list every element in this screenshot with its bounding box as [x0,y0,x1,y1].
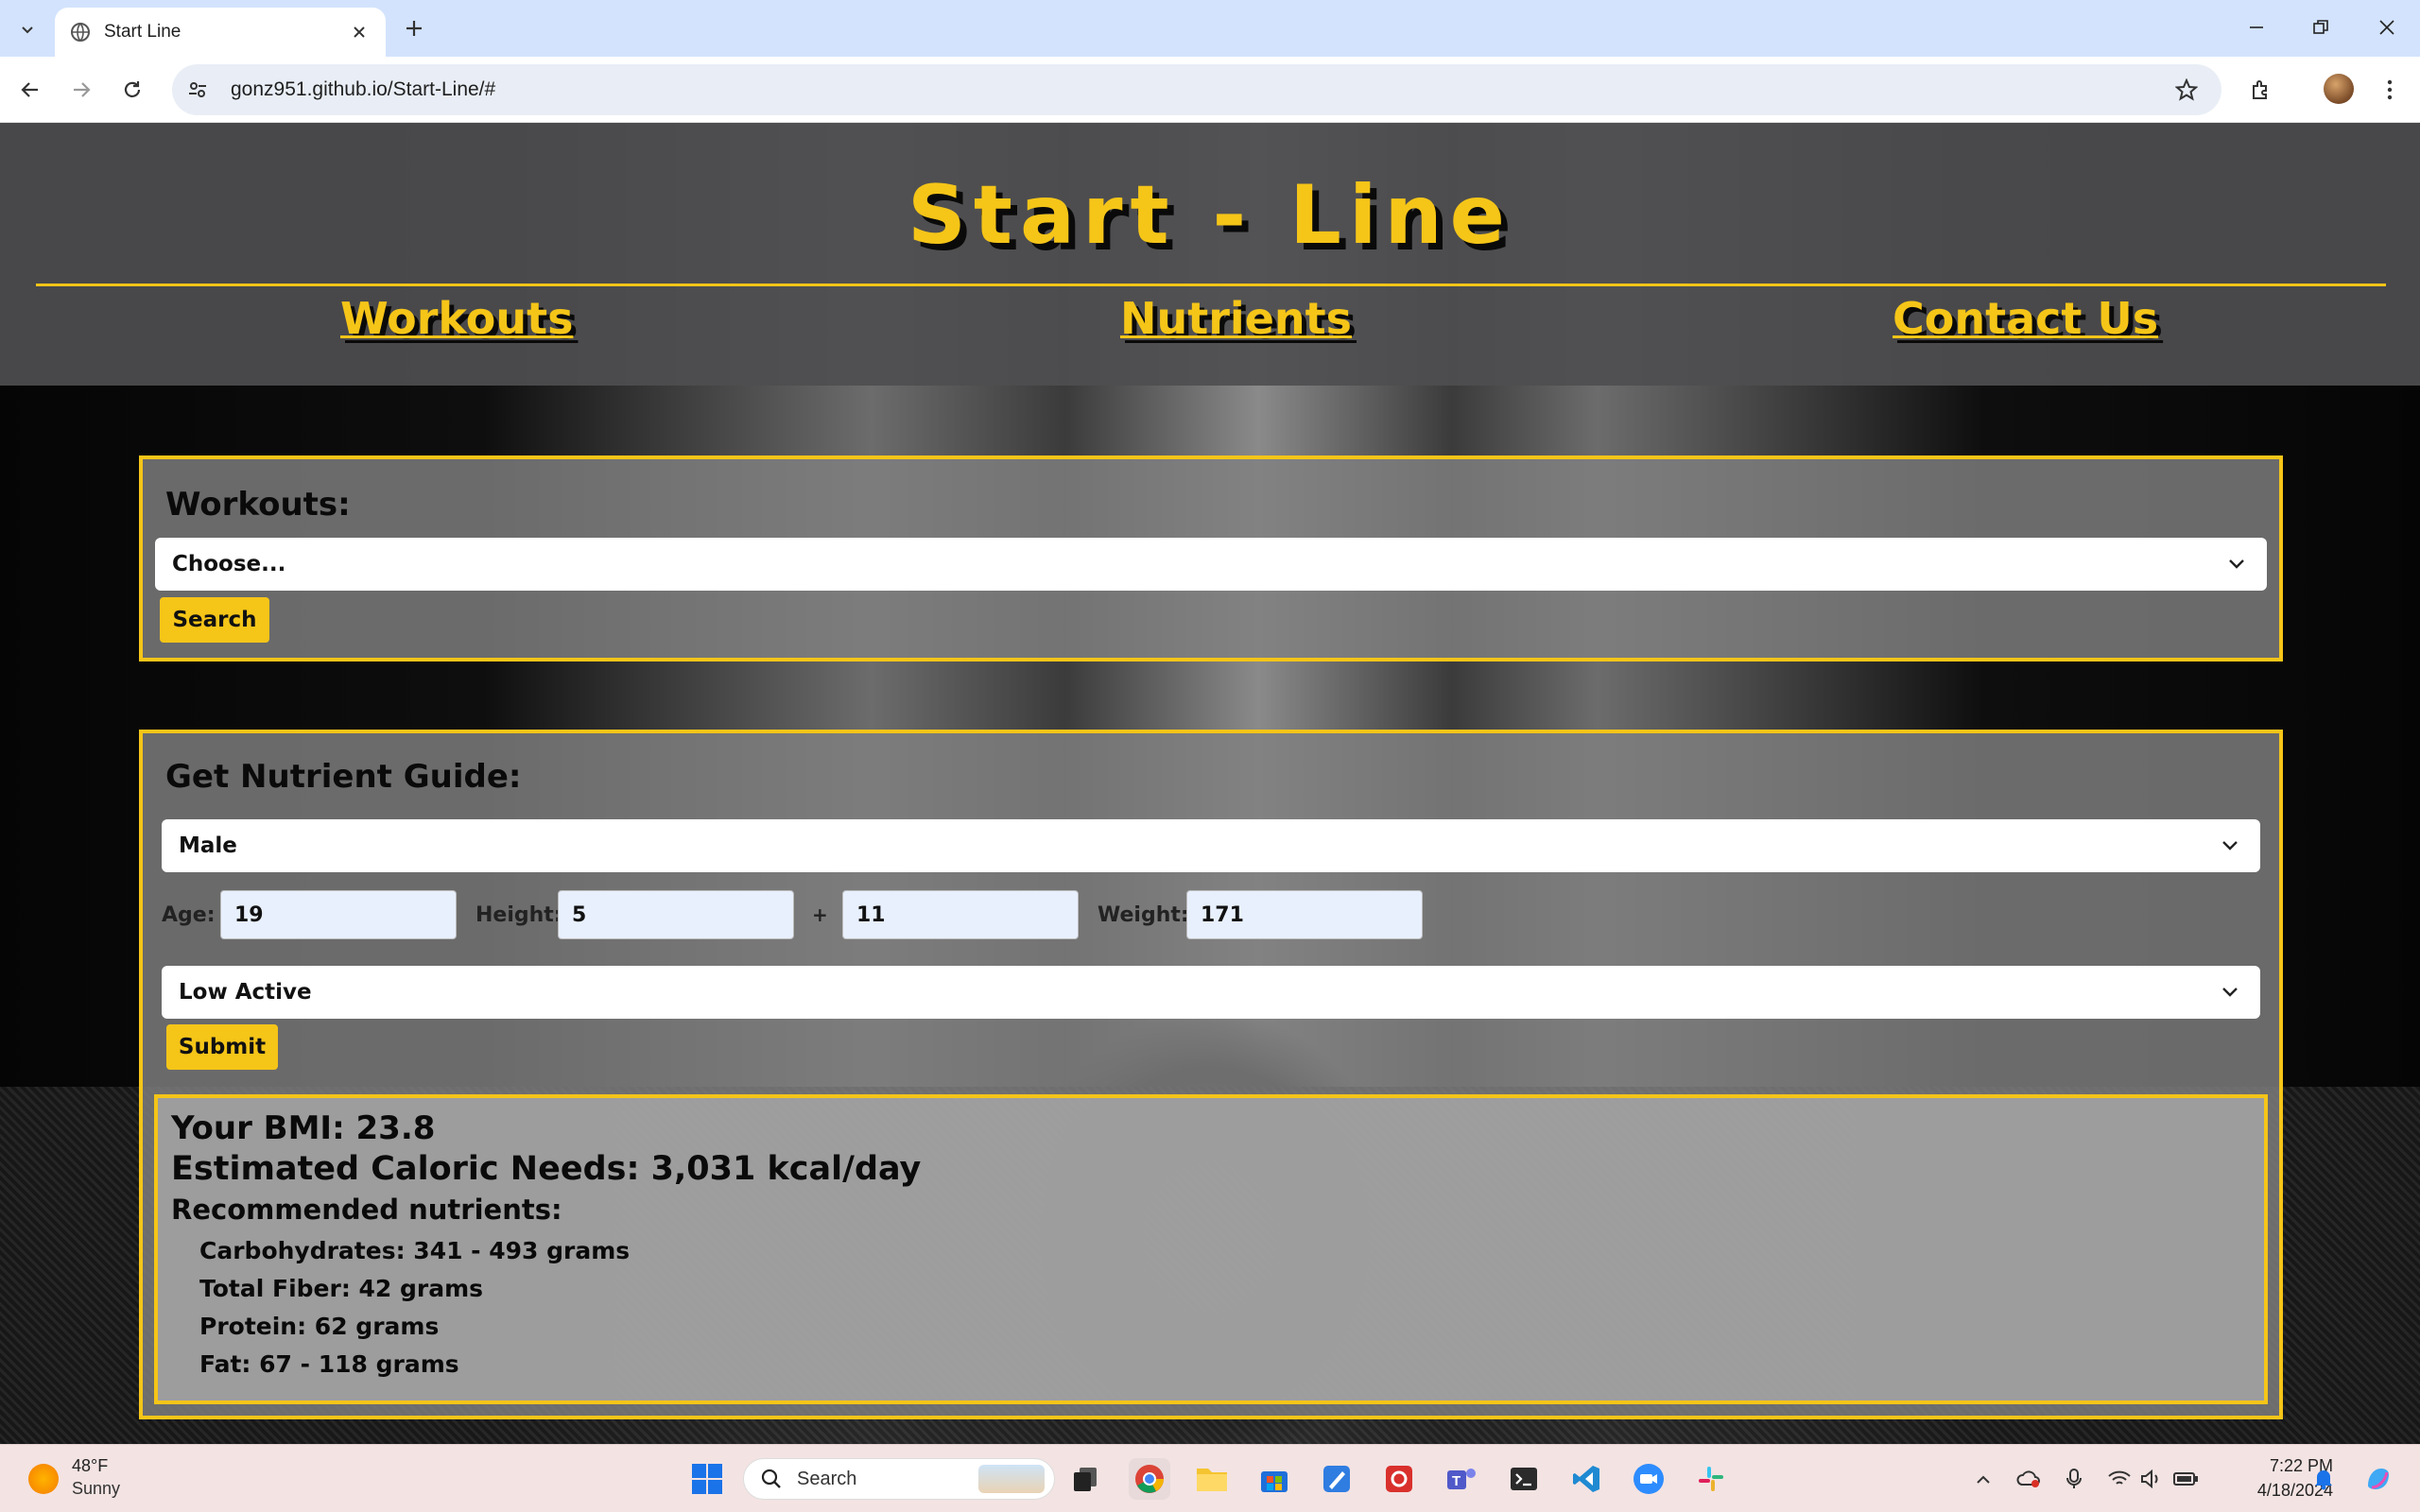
kebab-menu-icon[interactable] [2373,73,2407,107]
sex-select[interactable]: Male [162,819,2260,872]
chevron-up-icon[interactable] [1970,1466,1996,1492]
chevron-down-icon [2223,551,2250,577]
header-divider [36,284,2386,286]
profile-avatar[interactable] [2324,74,2354,104]
activity-select-value: Low Active [179,980,312,1005]
extensions-puzzle-icon[interactable] [2244,73,2278,107]
terminal-icon[interactable] [1503,1458,1545,1500]
browser-tab[interactable]: Start Line [55,8,386,57]
nutrient-protein: Protein: 62 grams [199,1313,440,1340]
chrome-icon[interactable] [1129,1458,1170,1500]
results-box: Your BMI: 23.8 Estimated Caloric Needs: … [154,1094,2268,1404]
microphone-icon[interactable] [2061,1466,2087,1492]
nutrient-fat: Fat: 67 - 118 grams [199,1350,459,1378]
tab-strip: Start Line [0,0,2420,57]
microsoft-store-icon[interactable] [1253,1458,1295,1500]
recommended-heading: Recommended nutrients: [171,1194,562,1226]
svg-text:T: T [1452,1473,1461,1489]
taskbar-search-text: Search [797,1468,857,1489]
bmi-result: Your BMI: 23.8 [171,1109,436,1147]
wifi-icon[interactable] [2106,1466,2133,1492]
copilot-icon[interactable] [2361,1462,2395,1496]
globe-icon [70,22,91,43]
caloric-needs-result: Estimated Caloric Needs: 3,031 kcal/day [171,1150,922,1188]
back-arrow-icon[interactable] [13,73,47,107]
zoom-icon[interactable] [1628,1458,1669,1500]
nav-contact-us[interactable]: Contact Us [1893,293,2158,344]
chevron-down-icon [2217,833,2243,859]
sex-select-value: Male [179,833,237,858]
red-app-icon[interactable] [1378,1458,1420,1500]
weather-temp[interactable]: 48°F [72,1456,108,1476]
minimize-icon[interactable] [2235,9,2278,45]
workouts-heading: Workouts: [165,486,351,524]
nutrient-heading: Get Nutrient Guide: [165,758,522,796]
weather-condition[interactable]: Sunny [72,1479,120,1499]
workout-select[interactable]: Choose... [155,538,2267,591]
windows-taskbar: 48°F Sunny Search T 7:22 PM 4/18/2024 [0,1444,2420,1512]
activity-select[interactable]: Low Active [162,966,2260,1019]
start-windows-icon[interactable] [686,1458,728,1500]
drawing-app-icon[interactable] [1316,1458,1357,1500]
teams-icon[interactable]: T [1441,1458,1482,1500]
workout-select-value: Choose... [172,552,286,576]
age-input[interactable]: 19 [220,890,457,939]
taskbar-search[interactable]: Search [743,1458,1055,1500]
weight-label: Weight: [1098,903,1189,927]
tab-search-chevron-icon[interactable] [13,15,42,43]
close-tab-icon[interactable] [348,21,371,43]
url-text[interactable]: gonz951.github.io/Start-Line/# [231,78,2170,101]
reload-icon[interactable] [115,73,149,107]
forward-arrow-icon[interactable] [64,73,98,107]
volume-icon[interactable] [2138,1466,2165,1492]
tab-title: Start Line [104,22,182,42]
task-view-icon[interactable] [1064,1458,1106,1500]
height-feet-input[interactable]: 5 [558,890,794,939]
site-title: Start - Line [907,168,1512,263]
site-info-icon[interactable] [183,76,212,104]
new-tab-plus-icon[interactable] [399,13,429,43]
workouts-panel: Workouts: Choose... Search [139,455,2283,662]
site-header: Start - Line Workouts Nutrients Contact … [0,123,2420,386]
file-explorer-icon[interactable] [1191,1458,1233,1500]
search-button[interactable]: Search [160,597,269,643]
address-bar[interactable]: gonz951.github.io/Start-Line/# [172,64,2221,115]
browser-toolbar: gonz951.github.io/Start-Line/# [0,57,2420,123]
restore-icon[interactable] [2299,9,2342,45]
age-label: Age: [162,903,216,927]
battery-icon[interactable] [2172,1466,2199,1492]
height-inches-input[interactable]: 11 [842,890,1079,939]
submit-button[interactable]: Submit [166,1024,278,1070]
vscode-icon[interactable] [1565,1458,1607,1500]
height-separator: + [812,903,828,926]
nav-nutrients[interactable]: Nutrients [1120,293,1352,344]
weight-input[interactable]: 171 [1186,890,1423,939]
page-viewport: Start - Line Workouts Nutrients Contact … [0,123,2420,1444]
close-window-icon[interactable] [2365,9,2409,45]
onedrive-icon[interactable] [2015,1466,2042,1492]
chevron-down-icon [2217,979,2243,1005]
nutrient-fiber: Total Fiber: 42 grams [199,1275,484,1302]
nav-workouts[interactable]: Workouts [340,293,573,344]
slack-icon[interactable] [1690,1458,1732,1500]
height-label: Height: [475,903,562,927]
nutrient-carbohydrates: Carbohydrates: 341 - 493 grams [199,1237,631,1264]
search-icon [759,1467,784,1491]
bookmark-star-icon[interactable] [2170,74,2203,106]
notification-bell-icon[interactable] [2310,1466,2337,1492]
sun-weather-icon[interactable] [28,1464,59,1494]
search-highlight-image [978,1465,1045,1493]
